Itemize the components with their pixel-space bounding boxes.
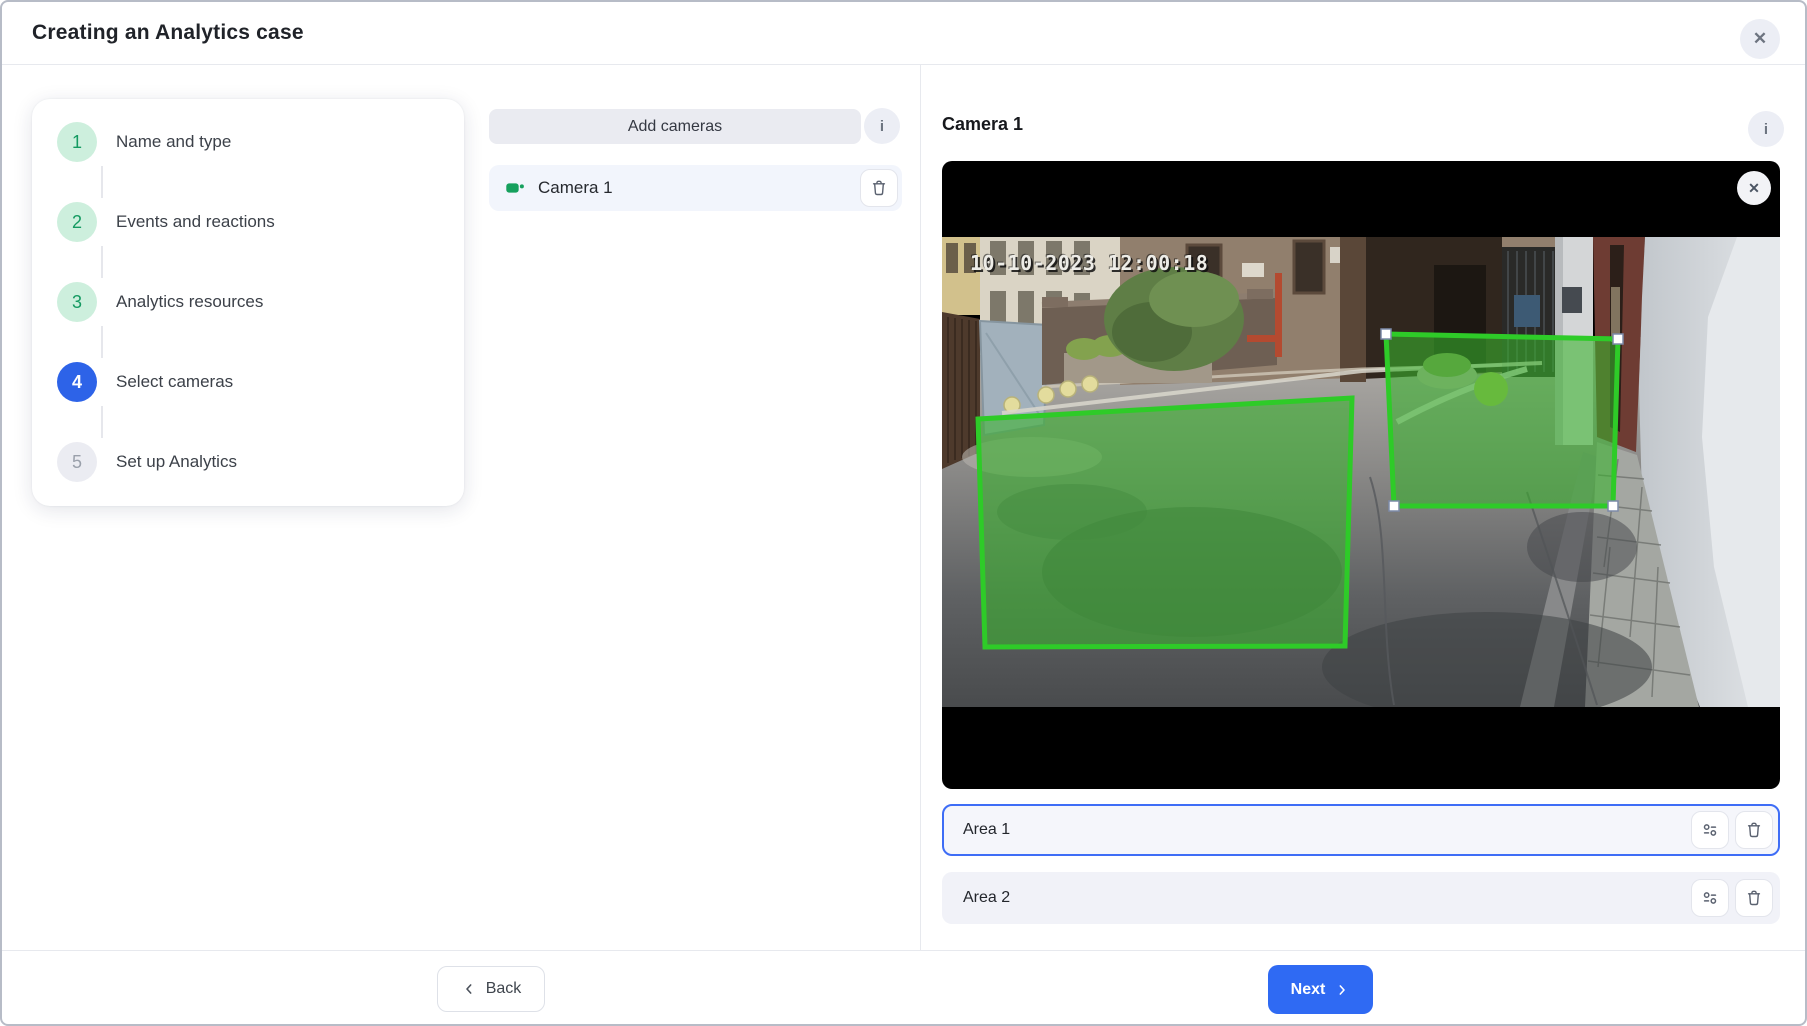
area-2-handle-top-right[interactable] [1613, 334, 1623, 344]
area-row-2[interactable]: Area 2 [942, 872, 1780, 924]
chevron-right-icon [1334, 982, 1350, 998]
camera-snapshot-image [942, 237, 1780, 707]
stepper: 1 Name and type 2 Events and reactions 3… [32, 99, 464, 506]
video-timestamp: 10-10-2023 12:00:18 [970, 251, 1208, 275]
detection-area-2-polygon[interactable] [1386, 334, 1618, 506]
step-label: Analytics resources [116, 292, 263, 312]
step-number-badge: 1 [57, 122, 97, 162]
modal-title: Creating an Analytics case [32, 21, 304, 45]
camera-list-item[interactable]: Camera 1 [489, 165, 902, 211]
step-number-badge: 3 [57, 282, 97, 322]
close-icon[interactable]: ✕ [1737, 171, 1771, 205]
step-number-badge: 2 [57, 202, 97, 242]
chevron-left-icon [461, 981, 477, 997]
step-label: Set up Analytics [116, 452, 237, 472]
area-2-handle-bottom-right[interactable] [1608, 501, 1618, 511]
analytics-case-modal: Creating an Analytics case ✕ 1 Name and … [0, 0, 1807, 1026]
area-name: Area 1 [963, 821, 1685, 839]
area-row-1[interactable]: Area 1 [942, 804, 1780, 856]
area-2-handle-bottom-left[interactable] [1389, 501, 1399, 511]
area-2-handle-top-left[interactable] [1381, 329, 1391, 339]
back-button-label: Back [486, 980, 522, 998]
panel-divider [920, 65, 921, 950]
trash-icon [1744, 820, 1764, 840]
next-button[interactable]: Next [1268, 965, 1373, 1014]
trash-icon [1744, 888, 1764, 908]
detection-area-1-polygon[interactable] [978, 398, 1352, 647]
info-icon[interactable]: i [864, 108, 900, 144]
step-name-and-type[interactable]: 1 Name and type [57, 122, 439, 162]
close-icon[interactable]: ✕ [1740, 19, 1780, 59]
step-analytics-resources[interactable]: 3 Analytics resources [57, 282, 439, 322]
area-name: Area 2 [963, 889, 1685, 907]
delete-camera-button[interactable] [860, 169, 898, 207]
add-cameras-button[interactable]: Add cameras [489, 109, 861, 144]
next-button-label: Next [1291, 981, 1326, 999]
step-label: Events and reactions [116, 212, 275, 232]
area-settings-button[interactable] [1691, 811, 1729, 849]
camera-preview-frame: 10-10-2023 12:00:18 ✕ [942, 161, 1780, 789]
sliders-icon [1700, 888, 1720, 908]
step-set-up-analytics[interactable]: 5 Set up Analytics [57, 442, 439, 482]
delete-area-button[interactable] [1735, 879, 1773, 917]
info-icon[interactable]: i [1748, 111, 1784, 147]
area-settings-button[interactable] [1691, 879, 1729, 917]
camera-name: Camera 1 [538, 178, 860, 198]
trash-icon [869, 178, 889, 198]
step-events-and-reactions[interactable]: 2 Events and reactions [57, 202, 439, 242]
step-number-badge: 4 [57, 362, 97, 402]
delete-area-button[interactable] [1735, 811, 1773, 849]
preview-camera-title: Camera 1 [942, 114, 1023, 135]
step-select-cameras[interactable]: 4 Select cameras [57, 362, 439, 402]
footer-divider [2, 950, 1805, 951]
back-button[interactable]: Back [437, 966, 545, 1012]
scene-graphic [942, 237, 1780, 707]
step-number-badge: 5 [57, 442, 97, 482]
sliders-icon [1700, 820, 1720, 840]
step-label: Name and type [116, 132, 231, 152]
step-label: Select cameras [116, 372, 233, 392]
modal-header: Creating an Analytics case [2, 2, 1805, 65]
video-camera-icon [504, 177, 526, 199]
